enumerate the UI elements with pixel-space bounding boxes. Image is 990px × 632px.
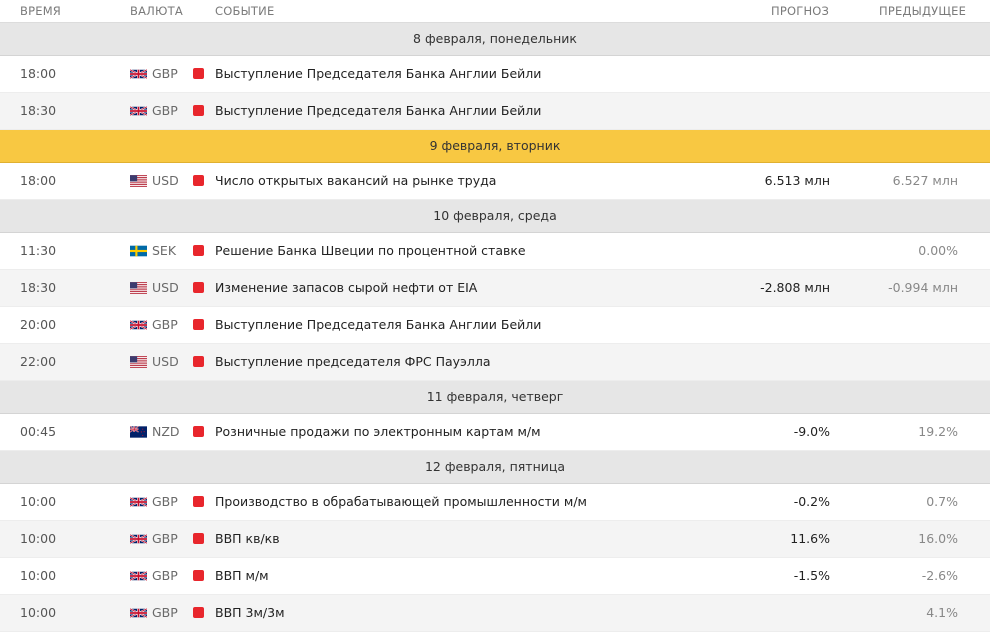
uk-flag-icon: [130, 607, 147, 619]
event-previous: 0.00%: [918, 243, 958, 258]
column-header-event: СОБЫТИЕ: [215, 4, 275, 18]
day-separator: 9 февраля, вторник: [0, 130, 990, 163]
event-title[interactable]: Выступление Председателя Банка Англии Бе…: [215, 93, 541, 129]
event-currency: GBP: [152, 531, 178, 546]
importance-high-icon: [193, 533, 204, 544]
event-row[interactable]: 10:00 GBP ВВП 3м/3м 4.1%: [0, 595, 990, 632]
event-currency: GBP: [152, 494, 178, 509]
event-title[interactable]: Выступление Председателя Банка Англии Бе…: [215, 56, 541, 92]
event-title[interactable]: Изменение запасов сырой нефти от EIA: [215, 270, 477, 306]
event-row[interactable]: 10:00 GBP ВВП кв/кв 11.6% 16.0%: [0, 521, 990, 558]
table-header: ВРЕМЯ ВАЛЮТА СОБЫТИЕ ПРОГНОЗ ПРЕДЫДУЩЕЕ: [0, 0, 990, 23]
event-forecast: -9.0%: [793, 424, 830, 439]
event-previous: 0.7%: [926, 494, 958, 509]
event-time: 10:00: [20, 531, 57, 546]
importance-high-icon: [193, 105, 204, 116]
event-row[interactable]: 18:30 GBP Выступление Председателя Банка А…: [0, 93, 990, 130]
column-header-forecast: ПРОГНОЗ: [771, 4, 830, 18]
event-row[interactable]: 00:45 NZD Розничные продажи по электронным…: [0, 414, 990, 451]
event-previous: -0.994 млн: [888, 280, 958, 295]
event-title[interactable]: ВВП кв/кв: [215, 521, 280, 557]
event-time: 18:30: [20, 280, 57, 295]
event-row[interactable]: 20:00 GBP Выступление Председателя Банка А…: [0, 307, 990, 344]
event-forecast: -0.2%: [793, 494, 830, 509]
event-row[interactable]: 11:30 SEK Решение Банка Швеции по процентн…: [0, 233, 990, 270]
event-time: 10:00: [20, 605, 57, 620]
event-title[interactable]: ВВП м/м: [215, 558, 269, 594]
event-previous: 16.0%: [918, 531, 958, 546]
event-time: 20:00: [20, 317, 57, 332]
event-row[interactable]: 18:00 GBP Выступление Председателя Банка А…: [0, 56, 990, 93]
event-previous: -2.6%: [921, 568, 958, 583]
us-flag-icon: [130, 175, 147, 187]
day-separator: 11 февраля, четверг: [0, 381, 990, 414]
day-separator: 12 февраля, пятница: [0, 451, 990, 484]
event-time: 18:00: [20, 173, 57, 188]
se-flag-icon: [130, 245, 147, 257]
importance-high-icon: [193, 496, 204, 507]
event-time: 22:00: [20, 354, 57, 369]
importance-high-icon: [193, 570, 204, 581]
event-forecast: 6.513 млн: [764, 173, 830, 188]
importance-high-icon: [193, 68, 204, 79]
importance-high-icon: [193, 175, 204, 186]
event-title[interactable]: Выступление председателя ФРС Пауэлла: [215, 344, 491, 380]
event-forecast: -1.5%: [793, 568, 830, 583]
event-forecast: -2.808 млн: [760, 280, 830, 295]
event-previous: 19.2%: [918, 424, 958, 439]
importance-high-icon: [193, 356, 204, 367]
event-currency: NZD: [152, 424, 180, 439]
nz-flag-icon: [130, 426, 147, 438]
importance-high-icon: [193, 282, 204, 293]
event-time: 00:45: [20, 424, 57, 439]
uk-flag-icon: [130, 319, 147, 331]
event-previous: 4.1%: [926, 605, 958, 620]
event-title[interactable]: Решение Банка Швеции по процентной ставк…: [215, 233, 526, 269]
uk-flag-icon: [130, 570, 147, 582]
importance-high-icon: [193, 245, 204, 256]
event-row[interactable]: 18:30 USD Изменение запасов сырой нефти от…: [0, 270, 990, 307]
event-currency: USD: [152, 280, 179, 295]
uk-flag-icon: [130, 533, 147, 545]
event-currency: SEK: [152, 243, 177, 258]
event-forecast: 11.6%: [790, 531, 830, 546]
event-currency: GBP: [152, 605, 178, 620]
event-previous: 6.527 млн: [892, 173, 958, 188]
us-flag-icon: [130, 356, 147, 368]
event-currency: GBP: [152, 66, 178, 81]
event-title[interactable]: ВВП 3м/3м: [215, 595, 285, 631]
event-row[interactable]: 22:00 USD Выступление председателя ФРС Пау…: [0, 344, 990, 381]
event-title[interactable]: Розничные продажи по электронным картам …: [215, 414, 541, 450]
event-currency: GBP: [152, 317, 178, 332]
column-header-previous: ПРЕДЫДУЩЕЕ: [879, 4, 967, 18]
uk-flag-icon: [130, 496, 147, 508]
event-time: 10:00: [20, 494, 57, 509]
importance-high-icon: [193, 426, 204, 437]
event-time: 18:30: [20, 103, 57, 118]
uk-flag-icon: [130, 105, 147, 117]
event-title[interactable]: Выступление Председателя Банка Англии Бе…: [215, 307, 541, 343]
uk-flag-icon: [130, 68, 147, 80]
event-time: 18:00: [20, 66, 57, 81]
event-title[interactable]: Число открытых вакансий на рынке труда: [215, 163, 496, 199]
event-currency: GBP: [152, 568, 178, 583]
event-row[interactable]: 10:00 GBP Производство в обрабатывающей пр…: [0, 484, 990, 521]
day-separator: 10 февраля, среда: [0, 200, 990, 233]
event-time: 11:30: [20, 243, 57, 258]
event-currency: GBP: [152, 103, 178, 118]
event-currency: USD: [152, 354, 179, 369]
column-header-time: ВРЕМЯ: [20, 4, 62, 18]
calendar-table-body: 8 февраля, понедельник 18:00 GBP Выступлени…: [0, 23, 990, 632]
importance-high-icon: [193, 319, 204, 330]
event-title[interactable]: Производство в обрабатывающей промышленн…: [215, 484, 587, 520]
event-time: 10:00: [20, 568, 57, 583]
event-row[interactable]: 18:00 USD Число открытых вакансий на рынке…: [0, 163, 990, 200]
column-header-currency: ВАЛЮТА: [130, 4, 183, 18]
event-row[interactable]: 10:00 GBP ВВП м/м -1.5% -2.6%: [0, 558, 990, 595]
event-currency: USD: [152, 173, 179, 188]
day-separator: 8 февраля, понедельник: [0, 23, 990, 56]
us-flag-icon: [130, 282, 147, 294]
